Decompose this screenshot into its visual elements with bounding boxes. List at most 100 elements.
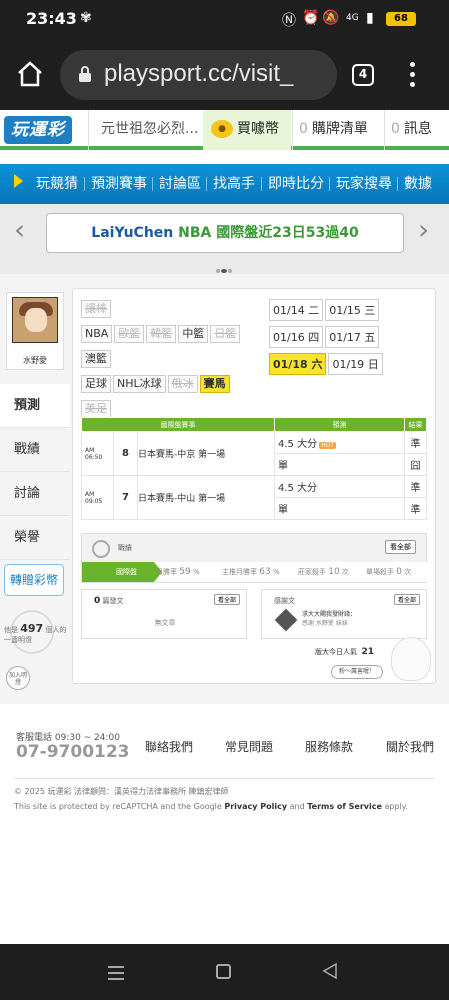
- date-button[interactable]: 01/16 四: [269, 326, 324, 348]
- buy-coin-button[interactable]: ● 買噱幣: [203, 110, 291, 150]
- posts-box: 0 篇發文 看全部 無文章: [81, 589, 247, 639]
- nav-item-data[interactable]: 數據: [404, 164, 432, 204]
- posts-header: 0 篇發文: [94, 596, 124, 606]
- game-time: AM 09:05: [81, 475, 114, 520]
- posts-empty-text: 無文章: [154, 619, 176, 627]
- prediction-table: 國際盤賽事 預測 結果 AM 06:50 8 日本賽馬-中京 第一場 4.5 大分 HO…: [81, 417, 427, 520]
- league-filter-tag[interactable]: NBA: [81, 325, 113, 343]
- side-tab-honor[interactable]: 榮譽: [0, 516, 70, 560]
- network-type: 4G: [346, 13, 359, 23]
- banker-killer: 莊家殺手 10 次: [298, 567, 349, 577]
- stats-label: 國際盤: [82, 562, 162, 582]
- url-bar[interactable]: playsport.cc/visit_: [60, 50, 337, 100]
- cart-count: 0: [299, 121, 308, 137]
- banner-text[interactable]: LaiYuChen NBA 國際盤近23日53過40: [46, 213, 404, 253]
- side-tab-record[interactable]: 戰績: [0, 428, 70, 472]
- news-marquee[interactable]: 元世祖忽必烈...: [88, 110, 200, 150]
- browser-menu-icon[interactable]: [410, 62, 416, 88]
- tab-switcher-button[interactable]: 4: [352, 64, 374, 86]
- league-filter-tag: 歐籃: [114, 325, 145, 343]
- hot-badge: HOT: [319, 442, 336, 449]
- nfc-icon: Ⓝ: [282, 13, 296, 29]
- chevron-left-icon[interactable]: ‹: [14, 216, 30, 244]
- league-filter-tag[interactable]: 中籃: [178, 325, 209, 343]
- league-filters: 讓棒 NBA 歐籃 韓籃 中籃 日籃 澳籃 足球 NHL冰球 俄冰 賽馬美足: [81, 297, 261, 422]
- prediction-pick: 4.5 大分 HOT: [274, 431, 405, 454]
- gift-coin-button[interactable]: 轉贈彩幣: [4, 564, 64, 596]
- home-button-icon[interactable]: [216, 964, 231, 979]
- thanks-item[interactable]: 求大大賜我發財錢： 感謝 水野愛 妹妹: [302, 610, 356, 628]
- fan-button[interactable]: 粉～厲害喔！: [331, 665, 383, 679]
- game-time: AM 06:50: [81, 431, 114, 476]
- date-button[interactable]: 01/15 三: [325, 299, 380, 321]
- cart-link[interactable]: 0 購牌清單: [292, 110, 374, 150]
- prediction-result: 準: [404, 431, 427, 454]
- footer-link-terms[interactable]: 服務條款: [305, 738, 353, 755]
- home-icon[interactable]: [16, 60, 44, 88]
- table-row: AM 06:50 8 日本賽馬-中京 第一場 4.5 大分 HOT 準: [81, 431, 427, 476]
- status-time: 23:43: [26, 9, 77, 28]
- table-header-pick: 預測: [274, 417, 405, 432]
- footer-link-contact[interactable]: 聯絡我們: [145, 738, 193, 755]
- league-filter-tag[interactable]: 足球: [81, 375, 111, 393]
- join-lamp-button[interactable]: 加入明燈: [6, 666, 30, 690]
- lamp-text: 他是 497 個人的一盞明燈: [4, 622, 67, 644]
- game-name[interactable]: 日本賽馬-中山 第一場: [137, 475, 275, 520]
- main-nav: 玩競猜 預測賽事 討論區 找高手 即時比分 玩家搜尋 數據: [0, 164, 449, 204]
- chevron-right-icon[interactable]: ›: [418, 216, 434, 244]
- site-footer: 客服電話 09:30 ~ 24:00 07-9700123 聯絡我們 常見問題 …: [0, 704, 449, 944]
- popularity-value: 21: [361, 647, 374, 657]
- terms-link[interactable]: Terms of Service: [307, 802, 382, 811]
- footer-link-faq[interactable]: 常見問題: [225, 738, 273, 755]
- side-tab-discuss[interactable]: 討論: [0, 472, 70, 516]
- footer-link-about[interactable]: 關於我們: [386, 738, 434, 755]
- month-win-rate: 月勝率 59 %: [156, 567, 200, 577]
- date-button[interactable]: 01/18 六: [269, 353, 327, 375]
- nav-item-forum[interactable]: 討論區: [159, 164, 201, 204]
- stats-title: 戰績: [118, 544, 132, 552]
- message-link[interactable]: 0 訊息: [384, 110, 449, 150]
- nav-bullet-icon: [14, 174, 23, 188]
- date-button[interactable]: 01/14 二: [269, 299, 324, 321]
- league-filter-tag[interactable]: 賽馬: [199, 375, 230, 393]
- league-filter-tag[interactable]: NHL冰球: [113, 375, 166, 393]
- copyright: © 2025 玩運彩 法律顧問：漢英得力法律事務所 陳鎮宏律師: [14, 787, 229, 796]
- system-nav-bar: [0, 944, 449, 1000]
- coin-icon: ●: [211, 120, 233, 138]
- lamp-widget: 他是 497 個人的一盞明燈 加入明燈: [4, 604, 68, 690]
- nav-item-guess[interactable]: 玩競猜: [36, 164, 78, 204]
- privacy-link[interactable]: Privacy Policy: [224, 802, 287, 811]
- main-win-rate: 主推月勝率 63 %: [222, 567, 280, 577]
- thanks-view-all-button[interactable]: 看全部: [393, 594, 420, 605]
- date-button[interactable]: 01/19 日: [328, 353, 383, 375]
- posts-view-all-button[interactable]: 看全部: [213, 594, 240, 605]
- site-logo[interactable]: 玩運彩: [4, 116, 72, 144]
- nav-item-live-score[interactable]: 即時比分: [268, 164, 324, 204]
- service-phone[interactable]: 07-9700123: [16, 742, 130, 762]
- back-icon[interactable]: [322, 962, 338, 980]
- nav-item-experts[interactable]: 找高手: [213, 164, 255, 204]
- game-number: 8: [113, 431, 138, 476]
- browser-toolbar: playsport.cc/visit_ 4: [0, 40, 449, 110]
- recent-apps-icon[interactable]: [108, 966, 124, 984]
- profile-card: 水野愛: [6, 292, 64, 370]
- game-name[interactable]: 日本賽馬-中京 第一場: [137, 431, 275, 476]
- avatar[interactable]: [12, 297, 58, 343]
- game-number: 7: [113, 475, 138, 520]
- app-notification-icon: ✾: [80, 10, 92, 26]
- prediction-result: 準: [404, 475, 427, 498]
- lamp-count: 497: [20, 622, 44, 635]
- stats-view-all-button[interactable]: 看全部: [385, 540, 416, 554]
- nav-item-predict[interactable]: 預測賽事: [91, 164, 147, 204]
- date-button[interactable]: 01/17 五: [325, 326, 380, 348]
- side-tab-predict[interactable]: 預測: [0, 384, 70, 428]
- table-row: AM 09:05 7 日本賽馬-中山 第一場 4.5 大分準: [81, 475, 427, 520]
- league-filter-tag: 韓籃: [146, 325, 177, 343]
- league-filter-tag[interactable]: 澳籃: [81, 350, 111, 368]
- table-header-game: 國際盤賽事: [81, 417, 275, 432]
- single-killer: 單場殺手 0 次: [366, 567, 412, 577]
- nav-item-player-search[interactable]: 玩家搜尋: [336, 164, 392, 204]
- site-header: 玩運彩 元世祖忽必烈... ● 買噱幣 0 購牌清單 0 訊息: [0, 110, 449, 150]
- prediction-pick: 4.5 大分: [274, 475, 405, 498]
- promo-banner: ‹ LaiYuChen NBA 國際盤近23日53過40 ›: [0, 204, 449, 274]
